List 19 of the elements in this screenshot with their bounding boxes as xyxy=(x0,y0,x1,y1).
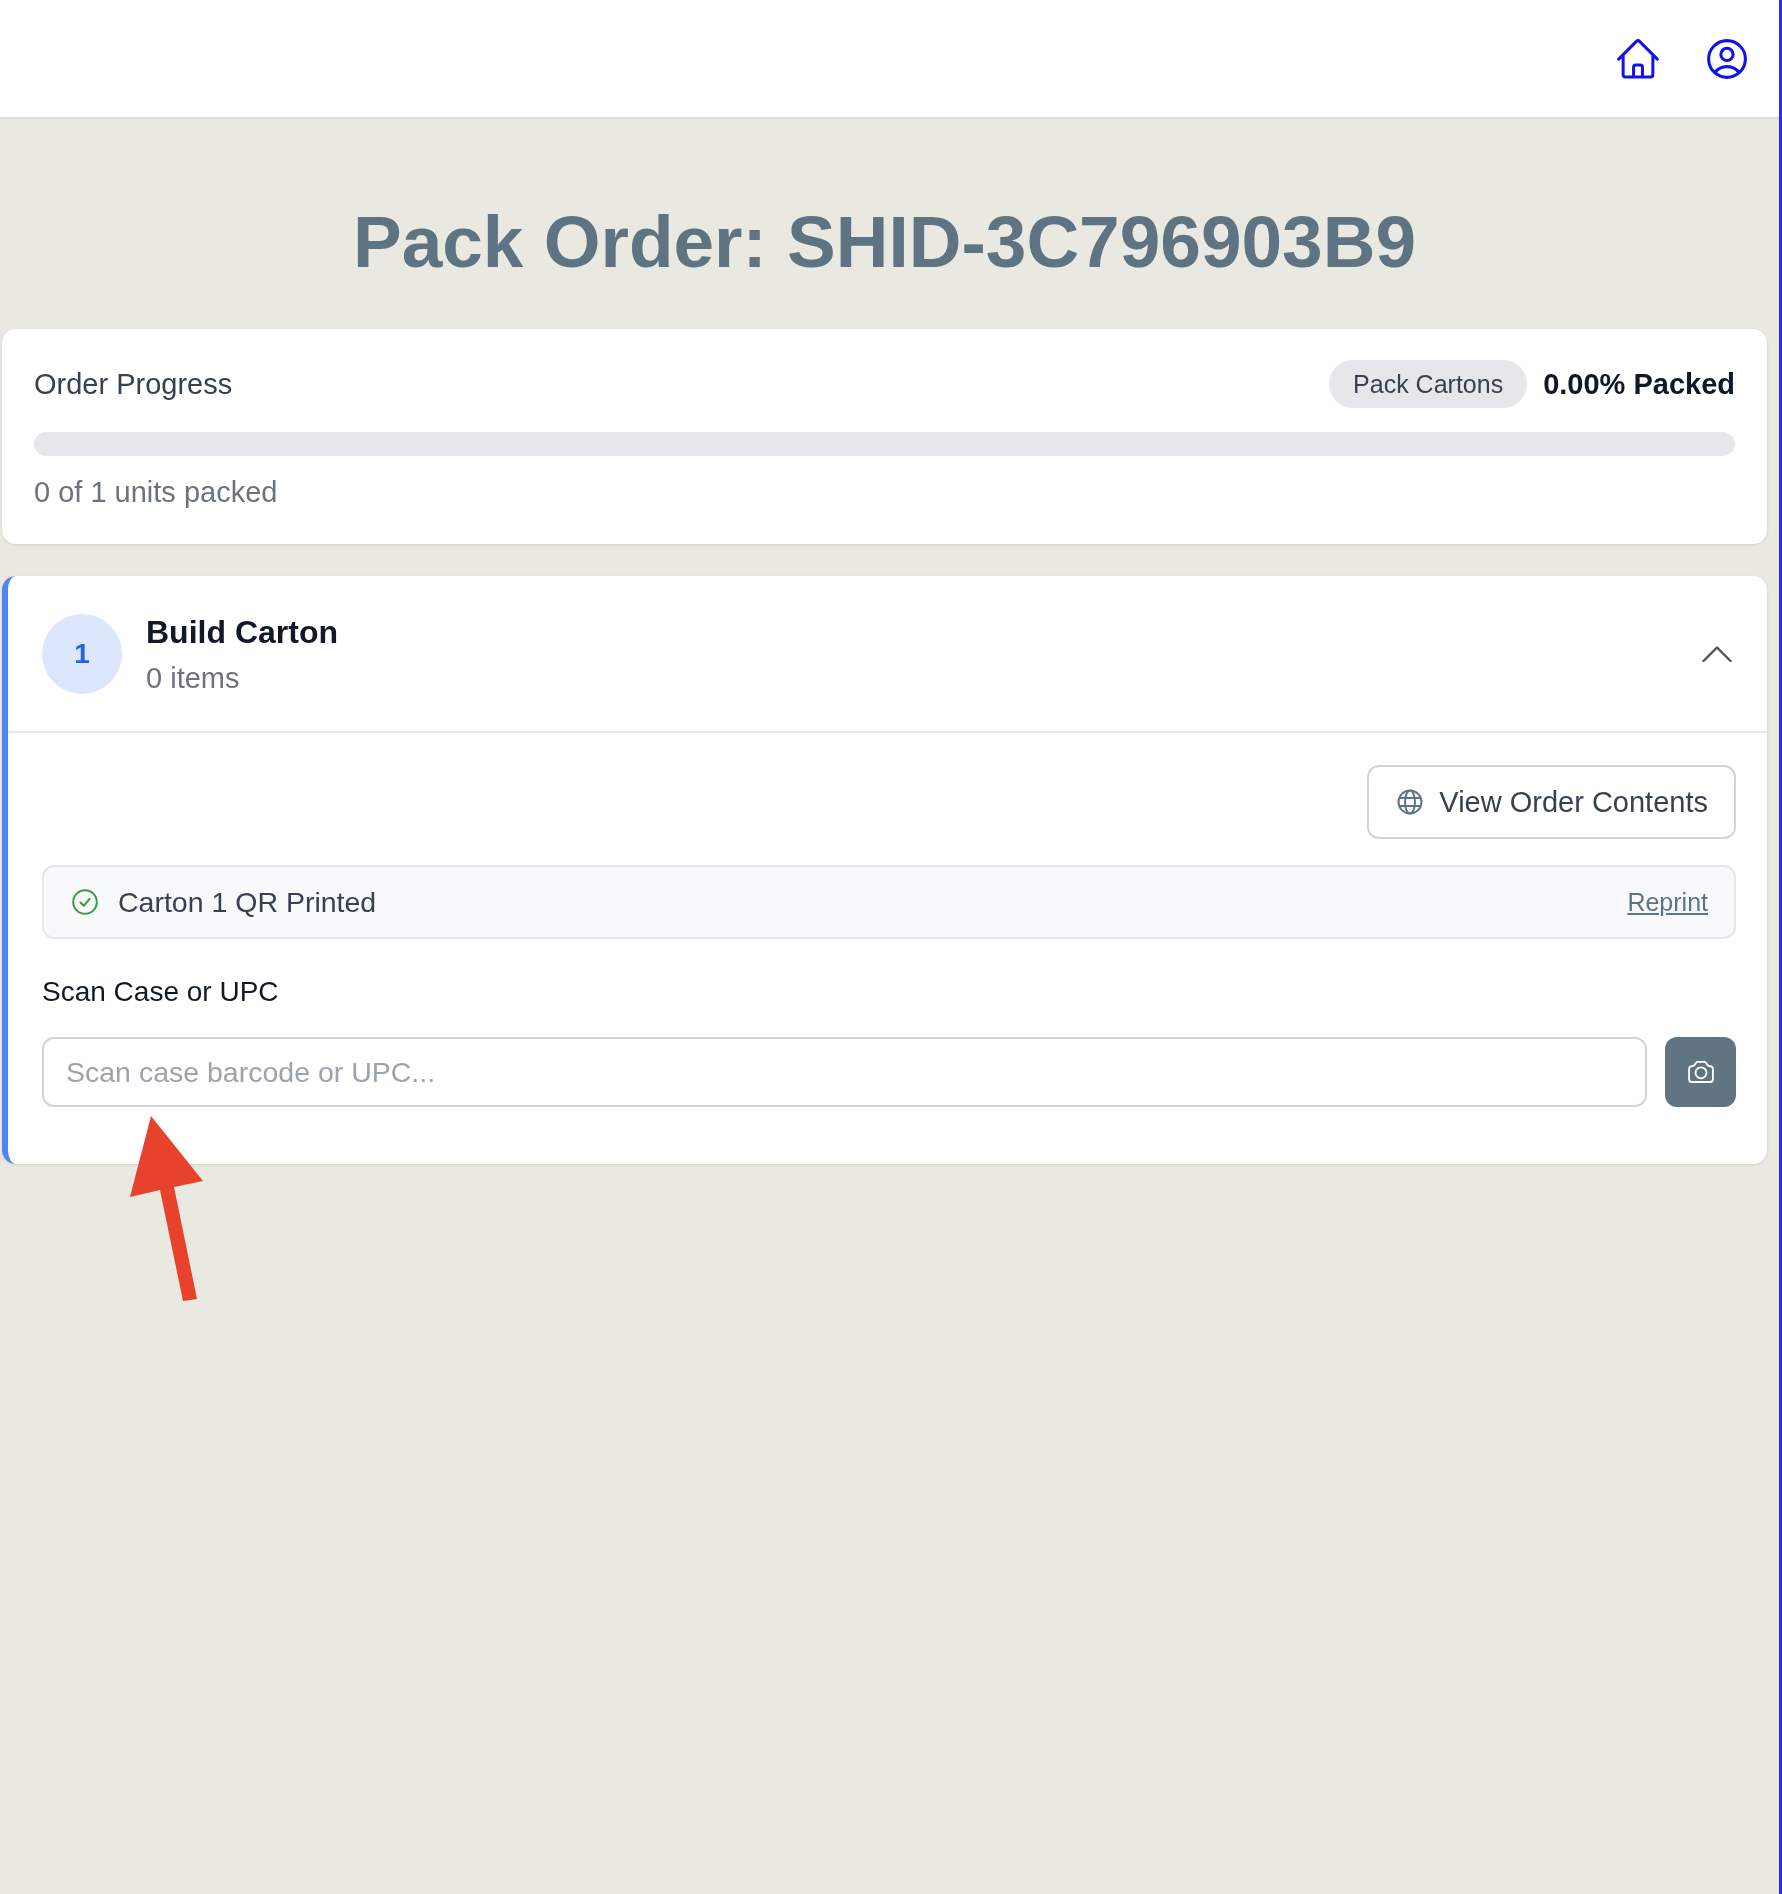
carton-number: 1 xyxy=(42,613,122,694)
stage-badge: Pack Cartons xyxy=(1329,360,1528,408)
carton-title: Build Carton xyxy=(146,612,338,652)
globe-icon xyxy=(1397,789,1424,815)
scan-field-label: Scan Case or UPC xyxy=(42,975,279,1009)
percent-packed: 0.00% Packed xyxy=(1543,367,1735,401)
progress-title: Order Progress xyxy=(34,367,233,401)
qr-status-text: Carton 1 QR Printed xyxy=(118,885,377,919)
item-count: 0 items xyxy=(146,660,240,696)
reprint-link[interactable]: Reprint xyxy=(1627,887,1708,917)
camera-button[interactable] xyxy=(1665,1037,1736,1107)
account-icon[interactable] xyxy=(1707,38,1747,79)
home-icon[interactable] xyxy=(1617,38,1659,79)
units-packed-text: 0 of 1 units packed xyxy=(34,475,278,510)
view-order-contents-button[interactable]: View Order Contents xyxy=(1367,765,1736,839)
chevron-up-icon[interactable] xyxy=(1702,645,1732,662)
page-title: Pack Order: SHID-3C796903B9 xyxy=(352,200,1417,285)
camera-icon xyxy=(1687,1061,1714,1083)
scan-input-field[interactable]: Scan case barcode or UPC... xyxy=(42,1037,1647,1107)
